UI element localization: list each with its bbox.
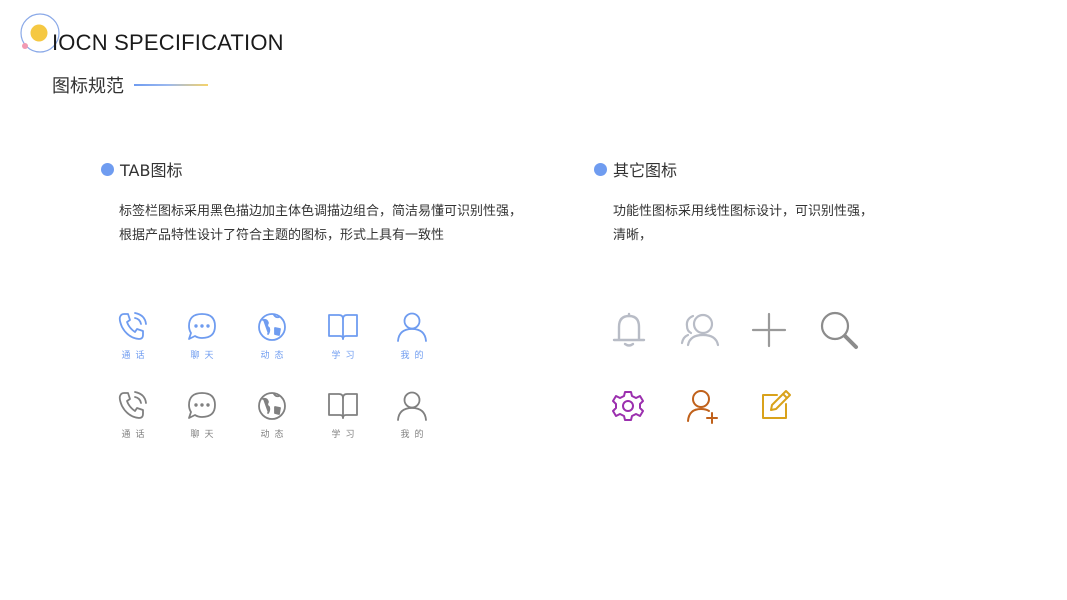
gear-icon[interactable] xyxy=(611,389,645,423)
tab-label: 学习 xyxy=(331,351,360,361)
tab-label: 通话 xyxy=(121,430,150,440)
tab-item-study-active[interactable]: 学习 xyxy=(313,310,373,361)
tab-label: 我的 xyxy=(400,351,429,361)
add-user-icon[interactable] xyxy=(686,388,720,424)
tab-desc-line-1: 标签栏图标采用黑色描边加主体色调描边组合，简洁易懂可识别性强， xyxy=(119,204,523,219)
tab-item-chat-inactive[interactable]: 聊天 xyxy=(172,389,232,440)
user-icon xyxy=(397,312,427,342)
tab-label: 动态 xyxy=(260,430,289,440)
subtitle-underline xyxy=(134,84,208,86)
phone-icon xyxy=(118,312,147,340)
phone-icon xyxy=(118,391,147,419)
bullet-dot xyxy=(101,162,114,176)
other-section-title: 其它图标 xyxy=(613,161,678,180)
book-icon xyxy=(328,314,358,340)
tab-label: 通话 xyxy=(121,351,150,361)
other-desc-line-1: 功能性图标采用线性图标设计，可识别性强， xyxy=(613,204,874,219)
tab-item-study-inactive[interactable]: 学习 xyxy=(313,389,373,440)
other-section-description: 功能性图标采用线性图标设计，可识别性强， 清晰， xyxy=(613,200,873,248)
book-icon xyxy=(328,393,358,419)
user-icon xyxy=(397,391,427,421)
globe-icon xyxy=(258,313,286,341)
tab-label: 我的 xyxy=(400,430,429,440)
chat-icon xyxy=(188,313,216,340)
page-subtitle: 图标规范 xyxy=(52,76,124,97)
tab-desc-line-2: 根据产品特性设计了符合主题的图标，形式上具有一致性 xyxy=(119,228,445,243)
edit-icon[interactable] xyxy=(760,389,792,421)
chat-icon xyxy=(188,392,216,419)
globe-icon xyxy=(258,392,286,420)
tab-item-me-active[interactable]: 我的 xyxy=(382,310,442,361)
tab-item-call-active[interactable]: 通话 xyxy=(103,310,163,361)
search-icon[interactable] xyxy=(819,310,859,350)
tab-label: 聊天 xyxy=(190,430,219,440)
tab-section-description: 标签栏图标采用黑色描边加主体色调描边组合，简洁易懂可识别性强， 根据产品特性设计… xyxy=(119,200,522,248)
page-title: IOCN SPECIFICATION xyxy=(52,30,284,55)
tab-item-call-inactive[interactable]: 通话 xyxy=(103,389,163,440)
tab-label: 动态 xyxy=(260,351,289,361)
bell-icon[interactable] xyxy=(610,311,648,349)
other-section-heading: 其它图标 xyxy=(594,157,677,181)
tab-section-title: TAB图标 xyxy=(120,161,183,180)
tab-item-chat-active[interactable]: 聊天 xyxy=(172,310,232,361)
tab-item-me-inactive[interactable]: 我的 xyxy=(382,389,442,440)
other-desc-line-2: 清晰， xyxy=(613,228,653,243)
tab-item-moments-inactive[interactable]: 动态 xyxy=(242,389,302,440)
tab-label: 聊天 xyxy=(190,351,219,361)
tab-section-heading: TAB图标 xyxy=(101,157,182,181)
bullet-dot xyxy=(594,162,607,176)
tab-item-moments-active[interactable]: 动态 xyxy=(242,310,302,361)
plus-icon[interactable] xyxy=(750,311,788,349)
users-icon[interactable] xyxy=(680,311,720,349)
tab-label: 学习 xyxy=(331,430,360,440)
